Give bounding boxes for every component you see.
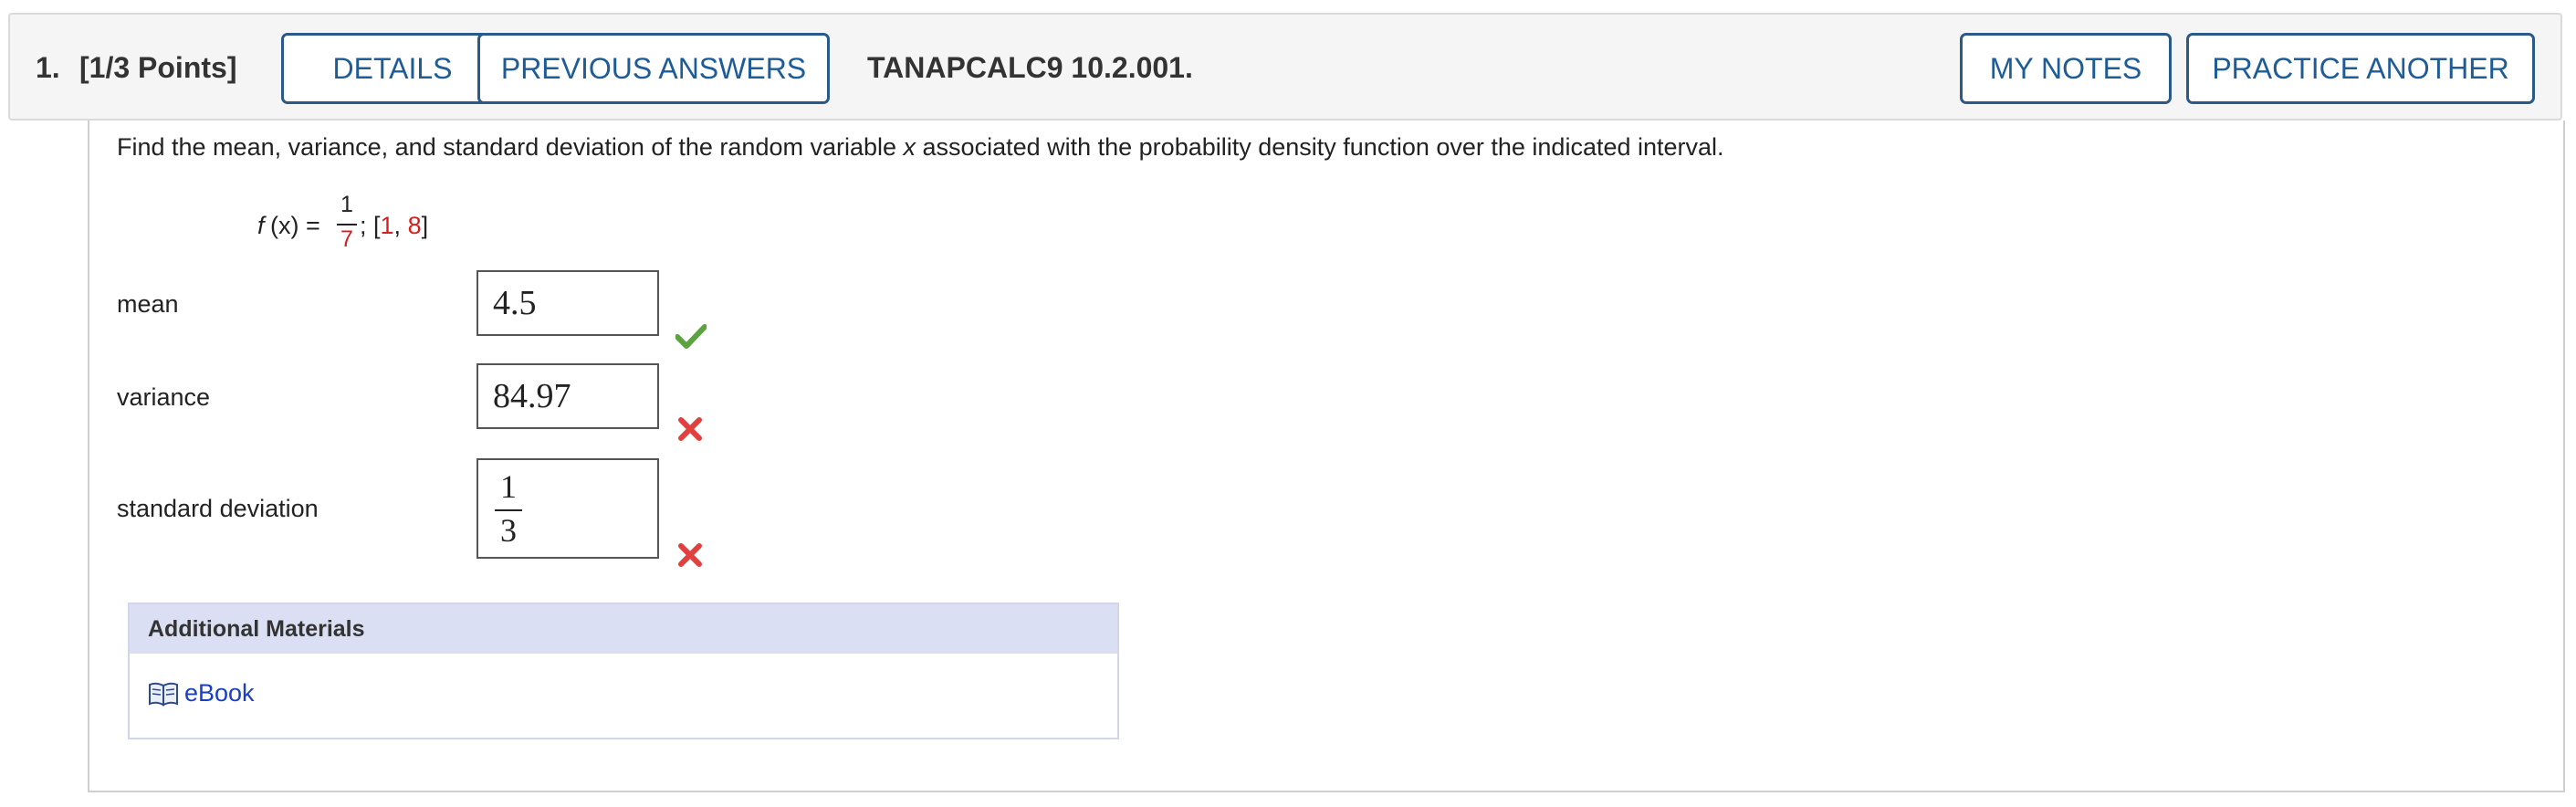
function-argument: (x) = — [270, 212, 320, 239]
question-header: 1. [1/3 Points] DETAILS PREVIOUS ANSWERS… — [8, 13, 2562, 121]
interval-separator: , — [393, 212, 408, 239]
answer-denominator: 3 — [500, 512, 517, 549]
additional-materials-panel: Additional Materials eBook — [128, 603, 1119, 739]
standard-deviation-label: standard deviation — [117, 495, 319, 522]
prompt-text-end: associated with the probability density … — [916, 133, 1724, 161]
function-name: f — [257, 212, 265, 239]
points-label: [1/3 Points] — [79, 51, 237, 84]
interval-start: 1 — [380, 212, 394, 239]
book-icon — [148, 680, 179, 707]
fraction-numerator: 1 — [340, 192, 353, 217]
interval-close: ] — [421, 212, 429, 239]
practice-another-button[interactable]: PRACTICE ANOTHER — [2186, 33, 2535, 104]
x-icon — [677, 416, 703, 446]
mean-answer-field[interactable]: 4.5 — [476, 270, 659, 336]
additional-materials-title: Additional Materials — [130, 604, 1117, 654]
interval-end: 8 — [407, 212, 422, 239]
fraction-denominator: 7 — [340, 226, 353, 252]
x-icon — [677, 542, 703, 572]
details-button[interactable]: DETAILS — [281, 33, 504, 104]
checkmark-icon — [675, 323, 707, 353]
answer-numerator: 1 — [500, 468, 517, 505]
question-number: 1. — [36, 51, 60, 84]
prompt-variable: x — [903, 133, 916, 161]
standard-deviation-answer-field[interactable]: 1 3 — [476, 458, 659, 559]
interval-open: ; [ — [360, 212, 381, 239]
ebook-link[interactable]: eBook — [148, 679, 255, 707]
mean-label: mean — [117, 290, 179, 318]
problem-id: TANAPCALC9 10.2.001. — [867, 51, 1193, 84]
fraction-bar — [337, 224, 357, 225]
ebook-label[interactable]: eBook — [184, 679, 255, 707]
previous-answers-button[interactable]: PREVIOUS ANSWERS — [477, 33, 830, 104]
variance-answer-field[interactable]: 84.97 — [476, 363, 659, 429]
question-prompt: Find the mean, variance, and standard de… — [117, 133, 1724, 162]
my-notes-button[interactable]: MY NOTES — [1960, 33, 2172, 104]
prompt-text-start: Find the mean, variance, and standard de… — [117, 133, 904, 161]
variance-label: variance — [117, 383, 211, 411]
interval: ; [1, 8] — [360, 212, 428, 240]
